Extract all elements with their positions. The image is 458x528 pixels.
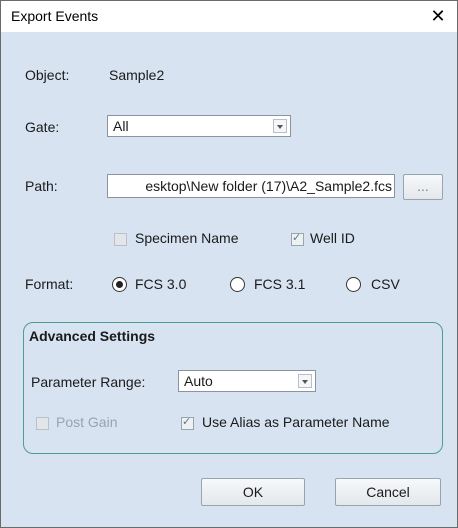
post-gain-label: Post Gain xyxy=(56,414,118,430)
well-id-checkbox[interactable] xyxy=(291,231,304,246)
format-fcs31-radio[interactable] xyxy=(230,277,245,292)
title-bar: Export Events ✕ xyxy=(1,1,457,32)
well-id-label: Well ID xyxy=(310,230,355,246)
parameter-range-label: Parameter Range: xyxy=(31,374,146,390)
export-events-dialog: Export Events ✕ Object: Sample2 Gate: Al… xyxy=(0,0,458,528)
specimen-name-label: Specimen Name xyxy=(135,230,239,246)
format-csv-radio[interactable] xyxy=(346,277,361,292)
path-input-value: esktop\New folder (17)\A2_Sample2.fcs xyxy=(145,178,392,194)
ok-button[interactable]: OK xyxy=(201,478,305,506)
advanced-settings-title: Advanced Settings xyxy=(29,328,156,344)
format-fcs30-radio[interactable] xyxy=(112,277,127,292)
format-csv-label: CSV xyxy=(371,276,400,292)
path-input[interactable]: esktop\New folder (17)\A2_Sample2.fcs xyxy=(107,174,395,198)
cancel-button[interactable]: Cancel xyxy=(335,478,441,506)
chevron-down-icon[interactable] xyxy=(298,374,312,388)
format-label: Format: xyxy=(25,276,74,292)
browse-button[interactable]: ... xyxy=(403,174,443,200)
parameter-range-value: Auto xyxy=(184,373,213,389)
use-alias-label: Use Alias as Parameter Name xyxy=(202,414,390,430)
specimen-name-checkbox[interactable] xyxy=(114,233,127,246)
gate-select[interactable]: All xyxy=(107,115,291,137)
chevron-down-icon[interactable] xyxy=(273,119,287,133)
object-label: Object: xyxy=(25,67,70,83)
gate-select-value: All xyxy=(113,118,129,134)
format-fcs31-label: FCS 3.1 xyxy=(254,276,306,292)
format-fcs30-label: FCS 3.0 xyxy=(135,276,187,292)
post-gain-checkbox[interactable] xyxy=(36,417,49,430)
parameter-range-select[interactable]: Auto xyxy=(178,370,316,392)
gate-label: Gate: xyxy=(25,119,60,135)
path-label: Path: xyxy=(25,178,58,194)
object-value: Sample2 xyxy=(109,67,165,83)
dialog-title: Export Events xyxy=(11,8,99,24)
use-alias-checkbox[interactable] xyxy=(181,415,194,430)
close-icon[interactable]: ✕ xyxy=(425,3,451,29)
